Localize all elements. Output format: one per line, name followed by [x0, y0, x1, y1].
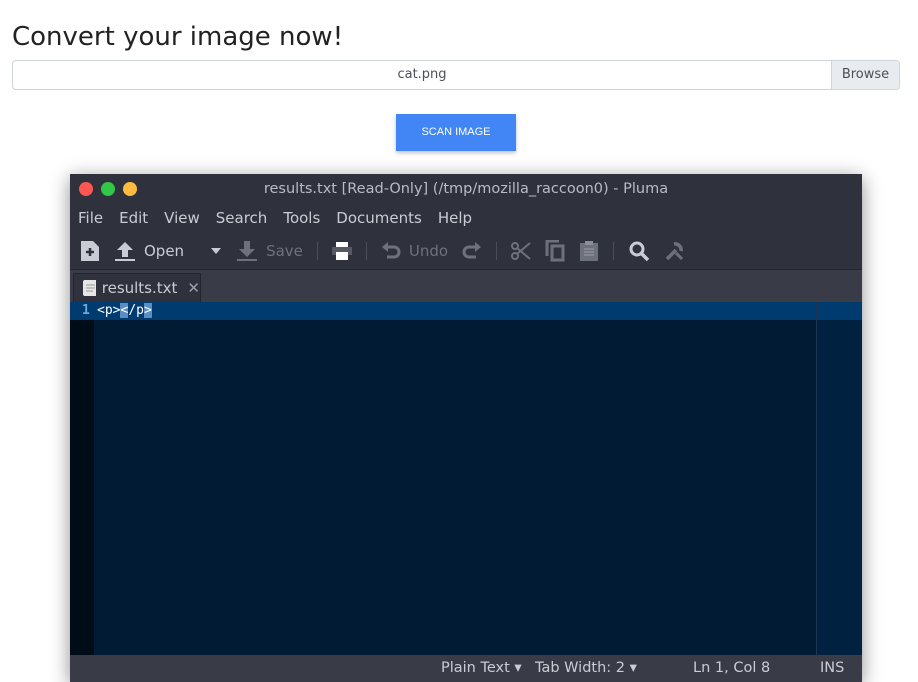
toolbar-separator	[365, 241, 367, 260]
new-document-icon	[81, 240, 99, 261]
right-margin	[816, 302, 817, 655]
title-bar: results.txt [Read-Only] (/tmp/mozilla_ra…	[70, 174, 862, 203]
clipboard-icon	[580, 240, 599, 261]
search-icon	[629, 241, 650, 261]
text-file-icon	[83, 280, 96, 296]
text-editor[interactable]: 1 <p></p>	[70, 302, 862, 655]
menu-file[interactable]: File	[78, 209, 103, 227]
code-line: <p></p>	[97, 303, 152, 318]
toolbar-separator	[496, 241, 498, 260]
undo-button[interactable]: Undo	[381, 241, 448, 261]
scan-image-button[interactable]: SCAN IMAGE	[396, 114, 516, 151]
download-icon	[237, 240, 258, 261]
open-button[interactable]: Open	[114, 240, 184, 262]
upload-icon	[115, 241, 135, 261]
language-selector[interactable]: Plain Text ▾	[441, 660, 522, 676]
new-button[interactable]	[80, 240, 100, 262]
line-number: 1	[82, 303, 90, 318]
browse-button[interactable]: Browse	[831, 61, 899, 89]
minimize-button[interactable]	[123, 182, 137, 196]
line-number-gutter	[70, 302, 94, 655]
copy-button[interactable]	[545, 239, 565, 262]
close-tab-icon[interactable]: ✕	[187, 279, 200, 297]
printer-icon	[331, 241, 352, 260]
current-line-highlight	[70, 302, 862, 320]
toolbar-separator	[316, 241, 318, 260]
caret-down-icon	[211, 247, 222, 254]
bracket-match: >	[143, 303, 152, 318]
insert-mode: INS	[820, 660, 845, 676]
paste-button[interactable]	[579, 240, 599, 262]
tab-results-txt[interactable]: results.txt ✕	[73, 273, 201, 302]
redo-icon	[462, 241, 482, 258]
status-bar: Plain Text ▾ Tab Width: 2 ▾ Ln 1, Col 8 …	[70, 655, 862, 682]
menu-edit[interactable]: Edit	[119, 209, 148, 227]
menu-documents[interactable]: Documents	[336, 209, 422, 227]
close-button[interactable]	[79, 182, 93, 196]
menu-bar: File Edit View Search Tools Documents He…	[70, 203, 862, 232]
cut-button[interactable]	[511, 241, 531, 261]
page-title: Convert your image now!	[12, 22, 344, 52]
toolbar: Open Save Undo	[70, 232, 862, 270]
find-button[interactable]	[628, 240, 650, 262]
file-input[interactable]: cat.png Browse	[12, 60, 900, 90]
scissors-icon	[511, 241, 531, 260]
print-button[interactable]	[331, 241, 352, 261]
save-button[interactable]: Save	[236, 240, 303, 262]
file-name: cat.png	[397, 67, 447, 82]
redo-button[interactable]	[462, 241, 482, 261]
toolbar-separator	[613, 241, 615, 260]
replace-button[interactable]	[664, 240, 686, 262]
menu-view[interactable]: View	[164, 209, 200, 227]
find-replace-icon	[665, 241, 684, 260]
pluma-window: results.txt [Read-Only] (/tmp/mozilla_ra…	[70, 174, 862, 682]
open-dropdown[interactable]	[210, 247, 222, 255]
copy-icon	[545, 239, 565, 261]
menu-help[interactable]: Help	[438, 209, 472, 227]
tab-width-selector[interactable]: Tab Width: 2 ▾	[535, 660, 637, 676]
cursor-position: Ln 1, Col 8	[693, 660, 771, 676]
menu-tools[interactable]: Tools	[283, 209, 320, 227]
tab-bar: results.txt ✕	[70, 270, 862, 302]
window-title: results.txt [Read-Only] (/tmp/mozilla_ra…	[263, 181, 669, 197]
undo-icon	[381, 241, 401, 258]
maximize-button[interactable]	[101, 182, 115, 196]
menu-search[interactable]: Search	[216, 209, 268, 227]
